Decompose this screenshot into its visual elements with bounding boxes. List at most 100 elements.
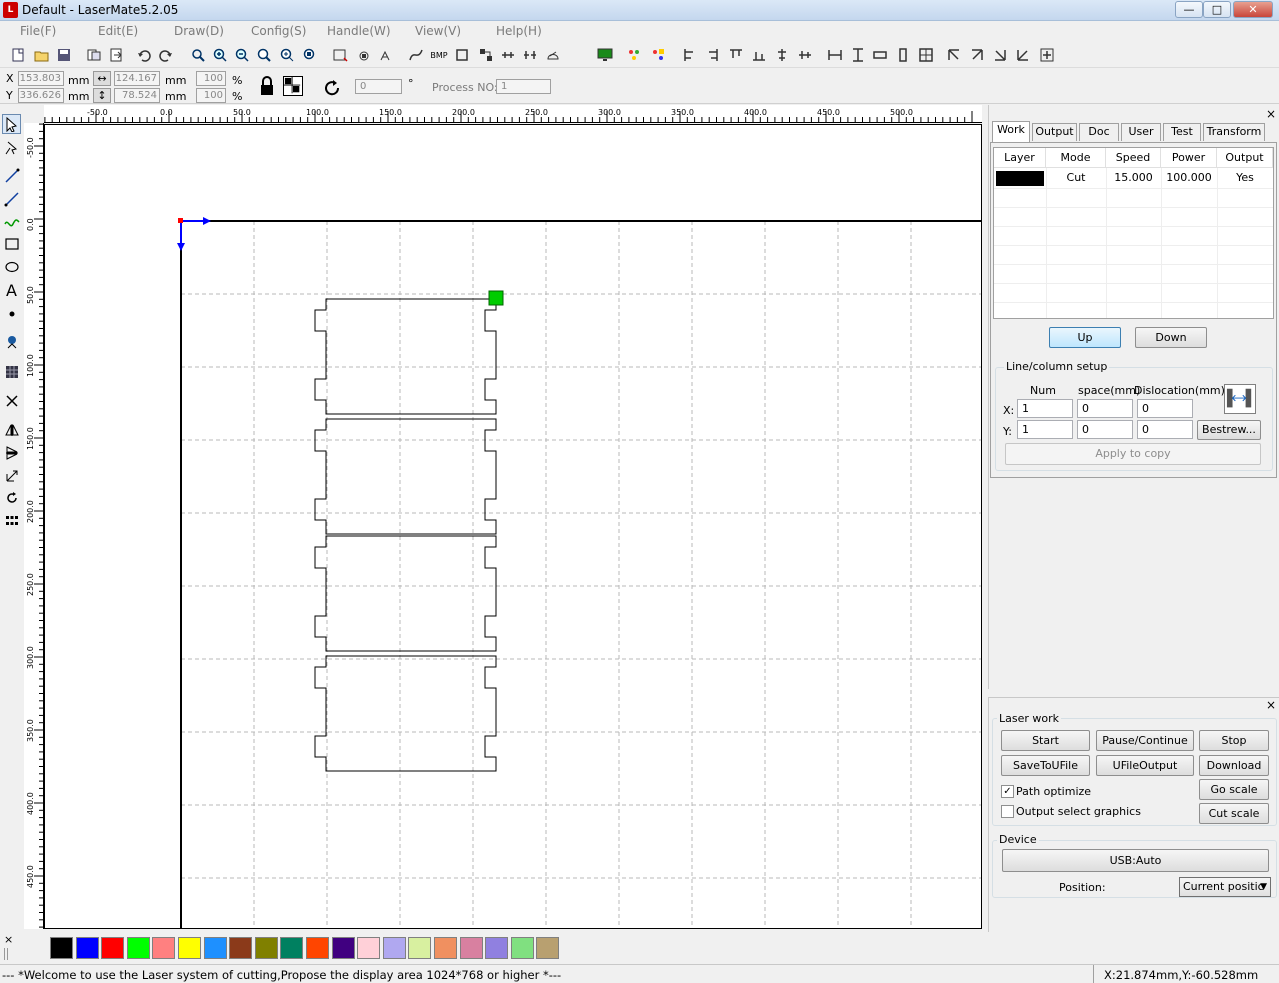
scale-y-field[interactable]: 100 bbox=[196, 88, 226, 103]
ufile-output-button[interactable]: UFileOutput bbox=[1096, 755, 1194, 776]
zoom-fit-icon[interactable] bbox=[254, 45, 274, 65]
color-swatch[interactable] bbox=[203, 937, 227, 959]
move-top-left-icon[interactable] bbox=[944, 45, 964, 65]
tab-work[interactable]: Work bbox=[992, 121, 1030, 142]
mirror-v-icon[interactable] bbox=[2, 443, 21, 463]
scale-tool-icon[interactable] bbox=[2, 466, 21, 486]
color-swatch[interactable] bbox=[50, 937, 73, 959]
y-position-field[interactable]: 336.626 bbox=[18, 88, 64, 103]
color-swatch[interactable] bbox=[408, 937, 432, 959]
cut-part-shape[interactable] bbox=[314, 298, 497, 415]
array-tool-icon[interactable] bbox=[2, 511, 21, 531]
width-field[interactable]: 124.167 bbox=[114, 71, 160, 86]
select-pointer-icon[interactable] bbox=[2, 114, 21, 134]
rectangle-tool-icon[interactable] bbox=[452, 45, 472, 65]
layer-color-swatch[interactable] bbox=[996, 171, 1044, 186]
color-swatch[interactable] bbox=[126, 937, 150, 959]
align-hcenter-icon[interactable] bbox=[772, 45, 792, 65]
ungroup-icon[interactable] bbox=[498, 45, 518, 65]
color-swatch[interactable] bbox=[459, 937, 483, 959]
menu-edit[interactable]: Edit(E) bbox=[98, 24, 138, 38]
dislocation-preview-icon[interactable] bbox=[1224, 384, 1256, 414]
position-select[interactable]: Current positic ▼ bbox=[1179, 877, 1271, 897]
node-edit-icon[interactable] bbox=[354, 45, 374, 65]
layer-up-button[interactable]: Up bbox=[1049, 327, 1121, 348]
usb-auto-button[interactable]: USB:Auto bbox=[1002, 849, 1269, 872]
cut-scale-button[interactable]: Cut scale bbox=[1199, 803, 1269, 824]
bmp-icon[interactable]: BMP bbox=[428, 45, 450, 65]
x-dislocation-field[interactable]: 0 bbox=[1137, 399, 1193, 418]
palette-close-icon[interactable]: × bbox=[4, 933, 13, 946]
same-width-icon[interactable] bbox=[870, 45, 890, 65]
select-rect-icon[interactable] bbox=[330, 45, 350, 65]
start-button[interactable]: Start bbox=[1001, 730, 1090, 751]
color-swatch[interactable] bbox=[178, 937, 201, 959]
color-select-icon[interactable] bbox=[624, 45, 644, 65]
close-button[interactable]: ✕ bbox=[1233, 1, 1273, 18]
delete-tool-icon[interactable] bbox=[2, 391, 21, 411]
x-num-field[interactable]: 1 bbox=[1017, 399, 1073, 418]
rotate-tool-icon[interactable] bbox=[2, 488, 21, 508]
cut-part-shape[interactable] bbox=[314, 418, 497, 535]
export-icon[interactable] bbox=[106, 45, 126, 65]
bitmap-tool-icon[interactable] bbox=[2, 332, 21, 352]
color-swatch[interactable] bbox=[382, 937, 406, 959]
light-icon[interactable] bbox=[543, 45, 563, 65]
line-tool-icon[interactable] bbox=[2, 166, 21, 186]
color-swatch[interactable] bbox=[510, 937, 534, 959]
tab-transform[interactable]: Transform bbox=[1203, 123, 1265, 141]
align-right-icon[interactable] bbox=[702, 45, 722, 65]
bestrew-button[interactable]: Bestrew... bbox=[1197, 420, 1261, 440]
break-icon[interactable] bbox=[520, 45, 540, 65]
color-swatch[interactable] bbox=[357, 937, 381, 959]
undo-icon[interactable] bbox=[134, 45, 154, 65]
go-scale-button[interactable]: Go scale bbox=[1199, 779, 1269, 800]
point-tool-icon[interactable] bbox=[2, 304, 21, 324]
align-bottom-icon[interactable] bbox=[749, 45, 769, 65]
import-icon[interactable] bbox=[84, 45, 104, 65]
align-top-icon[interactable] bbox=[726, 45, 746, 65]
menu-view[interactable]: View(V) bbox=[415, 24, 461, 38]
polyline-tool-icon[interactable] bbox=[2, 189, 21, 209]
node-edit-tool-icon[interactable] bbox=[2, 138, 21, 158]
move-center-icon[interactable] bbox=[1037, 45, 1057, 65]
align-vcenter-icon[interactable] bbox=[795, 45, 815, 65]
curve-tool-icon[interactable] bbox=[2, 212, 21, 232]
color-swatch[interactable] bbox=[152, 937, 176, 959]
lock-ratio-icon[interactable] bbox=[258, 76, 276, 96]
distribute-v-icon[interactable] bbox=[848, 45, 868, 65]
apply-to-copy-button[interactable]: Apply to copy bbox=[1005, 443, 1261, 465]
cut-part-shape[interactable] bbox=[314, 535, 497, 652]
path-optimize-checkbox[interactable]: ✓ bbox=[1001, 785, 1014, 798]
stop-button[interactable]: Stop bbox=[1199, 730, 1269, 751]
panel-close-icon[interactable]: × bbox=[1266, 107, 1276, 121]
color-swatch[interactable] bbox=[434, 937, 457, 959]
layer-select-icon[interactable] bbox=[648, 45, 668, 65]
color-swatch[interactable] bbox=[280, 937, 304, 959]
ellipse-draw-icon[interactable] bbox=[2, 257, 21, 277]
pause-continue-button[interactable]: Pause/Continue bbox=[1096, 730, 1194, 751]
process-no-field[interactable]: 1 bbox=[496, 79, 551, 94]
group-icon[interactable] bbox=[476, 45, 496, 65]
save-icon[interactable] bbox=[54, 45, 74, 65]
color-swatch[interactable] bbox=[536, 937, 560, 959]
color-swatch[interactable] bbox=[229, 937, 253, 959]
color-swatch[interactable] bbox=[485, 937, 509, 959]
move-top-right-icon[interactable] bbox=[967, 45, 987, 65]
mirror-h-icon[interactable] bbox=[2, 420, 21, 440]
x-space-field[interactable]: 0 bbox=[1077, 399, 1133, 418]
color-swatch[interactable] bbox=[254, 937, 278, 959]
output-select-checkbox[interactable] bbox=[1001, 805, 1014, 818]
palette-grip[interactable] bbox=[4, 948, 8, 960]
cut-part-shape[interactable] bbox=[314, 655, 497, 772]
rectangle-draw-icon[interactable] bbox=[2, 234, 21, 254]
y-space-field[interactable]: 0 bbox=[1077, 420, 1133, 439]
zoom-out-icon[interactable] bbox=[232, 45, 252, 65]
color-swatch[interactable] bbox=[331, 937, 355, 959]
move-bottom-right-icon[interactable] bbox=[990, 45, 1010, 65]
y-dislocation-field[interactable]: 0 bbox=[1137, 420, 1193, 439]
download-button[interactable]: Download bbox=[1199, 755, 1269, 776]
same-height-icon[interactable] bbox=[893, 45, 913, 65]
cursor-edit-icon[interactable] bbox=[376, 45, 396, 65]
drawing-canvas[interactable] bbox=[44, 124, 982, 929]
